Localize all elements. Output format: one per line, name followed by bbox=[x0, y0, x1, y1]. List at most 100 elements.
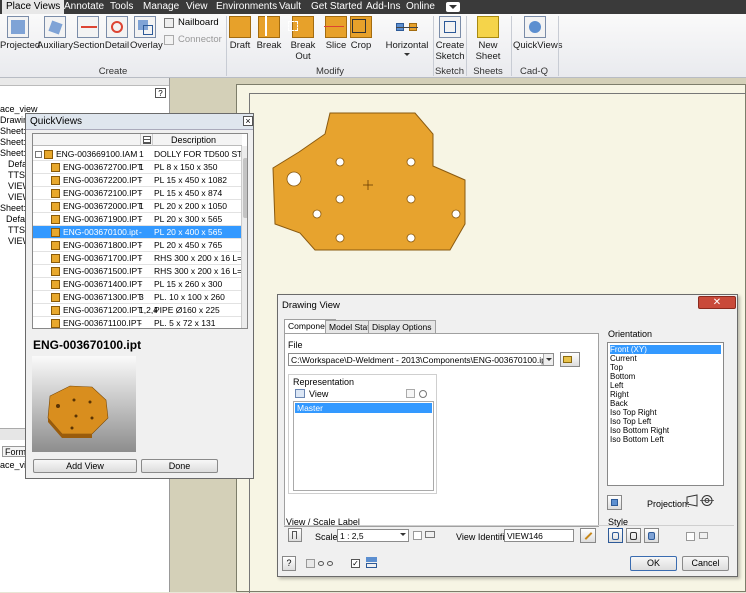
custom-view-button[interactable] bbox=[607, 495, 622, 510]
orientation-item[interactable]: Top bbox=[610, 363, 623, 372]
menu-online[interactable]: Online bbox=[402, 0, 439, 14]
table-row[interactable]: ENG-003671800.IPT - PL 20 x 450 x 765 bbox=[33, 239, 243, 252]
orientation-item[interactable]: Iso Bottom Right bbox=[610, 426, 669, 435]
orientation-item[interactable]: Left bbox=[610, 381, 623, 390]
cancel-button[interactable]: Cancel bbox=[682, 556, 729, 571]
menu-vault[interactable]: Vault bbox=[275, 0, 305, 14]
table-row[interactable]: ENG-003671900.IPT - PL 20 x 300 x 565 bbox=[33, 213, 243, 226]
projected-icon bbox=[7, 16, 29, 38]
table-row[interactable]: ENG-003671200.IPT 1,2,4 PIPE Ø160 x 225 bbox=[33, 304, 243, 317]
ribbon-options-icon[interactable] bbox=[446, 2, 460, 12]
close-button[interactable]: ✕ bbox=[698, 296, 736, 309]
table-row[interactable]: ENG-003671100.IPT - PL. 5 x 72 x 131 bbox=[33, 317, 243, 328]
label-edit-icon[interactable] bbox=[424, 528, 438, 541]
table-row[interactable]: ENG-003671500.IPT - RHS 300 x 200 x 16 L=.… bbox=[33, 265, 247, 278]
done-button[interactable]: Done bbox=[141, 459, 218, 473]
draft-icon bbox=[229, 16, 251, 38]
plate-outline bbox=[272, 112, 466, 251]
expand-icon[interactable] bbox=[35, 151, 42, 158]
overlay-button[interactable]: Overlay bbox=[130, 16, 163, 51]
scale-visibility-checkbox[interactable] bbox=[413, 531, 422, 540]
browser-toolbar bbox=[0, 78, 169, 86]
style-options-icon[interactable] bbox=[698, 529, 712, 542]
style-hidden-line-removed-button[interactable] bbox=[626, 528, 641, 543]
slice-button[interactable]: Slice bbox=[324, 16, 348, 51]
break-button[interactable]: Break bbox=[256, 16, 282, 51]
scrollbar[interactable] bbox=[241, 146, 247, 328]
table-row[interactable]: ENG-003672200.IPT - PL 15 x 450 x 1082 bbox=[33, 174, 243, 187]
section-button[interactable]: Section bbox=[73, 16, 105, 51]
table-row[interactable]: ENG-003671700.IPT - RHS 300 x 200 x 16 L=4… bbox=[33, 252, 247, 265]
menu-manage[interactable]: Manage bbox=[139, 0, 183, 14]
rep-list-item-master[interactable]: Master bbox=[295, 403, 432, 413]
ok-button[interactable]: OK bbox=[630, 556, 677, 571]
menu-environments[interactable]: Environments bbox=[212, 0, 281, 14]
connector-button[interactable]: Connector bbox=[164, 34, 222, 46]
part-qty: 3 bbox=[139, 292, 144, 302]
chevron-down-icon[interactable] bbox=[400, 533, 406, 536]
close-icon[interactable]: × bbox=[243, 116, 253, 126]
nailboard-button[interactable]: Nailboard bbox=[164, 17, 219, 29]
scale-from-base-button[interactable] bbox=[288, 528, 302, 542]
orientation-item[interactable]: Bottom bbox=[610, 372, 635, 381]
quickviews-button[interactable]: QuickViews bbox=[513, 16, 562, 51]
add-view-button[interactable]: Add View bbox=[33, 459, 137, 473]
tab-display-options[interactable]: Display Options bbox=[368, 320, 436, 333]
table-row[interactable]: ENG-003671400.IPT - PL 15 x 260 x 300 bbox=[33, 278, 243, 291]
projection-icon[interactable] bbox=[686, 494, 714, 507]
file-path-dropdown[interactable]: C:\Workspace\D-Weldment - 2013\Component… bbox=[288, 353, 554, 366]
menu-add-ins[interactable]: Add-Ins bbox=[362, 0, 404, 14]
new-sheet-button[interactable]: New Sheet bbox=[467, 16, 509, 62]
horizontal-button[interactable]: Horizontal bbox=[385, 16, 429, 56]
preview-checkbox[interactable] bbox=[306, 559, 315, 568]
create-group-label: Create bbox=[98, 66, 128, 77]
crop-button[interactable]: Crop bbox=[349, 16, 373, 51]
representation-list[interactable]: Master bbox=[293, 401, 434, 491]
open-file-button[interactable] bbox=[560, 352, 580, 367]
view-identifier-input[interactable]: VIEW146 bbox=[504, 529, 574, 542]
auxiliary-button[interactable]: Auxiliary bbox=[37, 16, 73, 51]
menu-place-views[interactable]: Place Views bbox=[2, 0, 65, 14]
orientation-item[interactable]: Right bbox=[610, 390, 629, 399]
orientation-item[interactable]: Front (XY) bbox=[610, 345, 721, 354]
projected-button[interactable]: Projected bbox=[0, 16, 40, 51]
part-drawing-view[interactable] bbox=[265, 110, 475, 260]
scale-dropdown[interactable]: 1 : 2,5 bbox=[337, 529, 409, 542]
help-button[interactable]: ? bbox=[282, 556, 296, 571]
view-rep-icon bbox=[295, 389, 305, 398]
edit-label-button[interactable] bbox=[580, 528, 596, 543]
associative-checkbox[interactable]: ✓ bbox=[351, 559, 360, 568]
orientation-list[interactable]: Front (XY) Current Top Bottom Left Right Back I… bbox=[607, 342, 724, 486]
detail-button[interactable]: Detail bbox=[104, 16, 130, 51]
scrollbar-thumb[interactable] bbox=[243, 158, 247, 218]
part-description: RHS 300 x 200 x 16 L=4... bbox=[154, 253, 248, 263]
auxiliary-label: Auxiliary bbox=[37, 40, 73, 51]
menu-annotate[interactable]: Annotate bbox=[60, 0, 108, 14]
menu-get-started[interactable]: Get Started bbox=[307, 0, 366, 14]
table-row[interactable]: ENG-003672100.IPT - PL 15 x 450 x 874 bbox=[33, 187, 243, 200]
table-row[interactable]: ENG-003672700.IPT 1 PL 8 x 150 x 350 bbox=[33, 161, 243, 174]
orientation-item[interactable]: Iso Top Right bbox=[610, 408, 657, 417]
rep-checkbox[interactable] bbox=[406, 389, 415, 398]
orientation-item[interactable]: Current bbox=[610, 354, 637, 363]
orientation-item[interactable]: Iso Bottom Left bbox=[610, 435, 664, 444]
style-shaded-button[interactable] bbox=[644, 528, 659, 543]
draft-button[interactable]: Draft bbox=[228, 16, 252, 51]
orientation-item[interactable]: Iso Top Left bbox=[610, 417, 651, 426]
table-row[interactable]: ENG-003672000.IPT 1 PL 20 x 200 x 1050 bbox=[33, 200, 243, 213]
table-row[interactable]: ENG-003671300.IPT 3 PL. 10 x 100 x 260 bbox=[33, 291, 243, 304]
break-out-button[interactable]: Break Out bbox=[283, 16, 323, 62]
style-from-base-checkbox[interactable] bbox=[686, 532, 695, 541]
table-row[interactable]: ENG-003669100.IAM 1 DOLLY FOR TD500 ST... bbox=[33, 148, 247, 161]
view-label: View bbox=[309, 389, 329, 399]
style-hidden-line-button[interactable] bbox=[608, 528, 623, 543]
chevron-down-icon[interactable] bbox=[543, 354, 553, 365]
orientation-item[interactable]: Back bbox=[610, 399, 628, 408]
menu-view[interactable]: View bbox=[182, 0, 212, 14]
table-row[interactable]: ENG-003670100.ipt - PL 20 x 400 x 565 bbox=[33, 226, 243, 239]
menu-tools[interactable]: Tools bbox=[106, 0, 137, 14]
grid-icon bbox=[143, 136, 151, 144]
rep-options-icon[interactable] bbox=[417, 388, 429, 399]
create-sketch-button[interactable]: Create Sketch bbox=[435, 16, 465, 62]
help-icon[interactable]: ? bbox=[155, 88, 166, 98]
